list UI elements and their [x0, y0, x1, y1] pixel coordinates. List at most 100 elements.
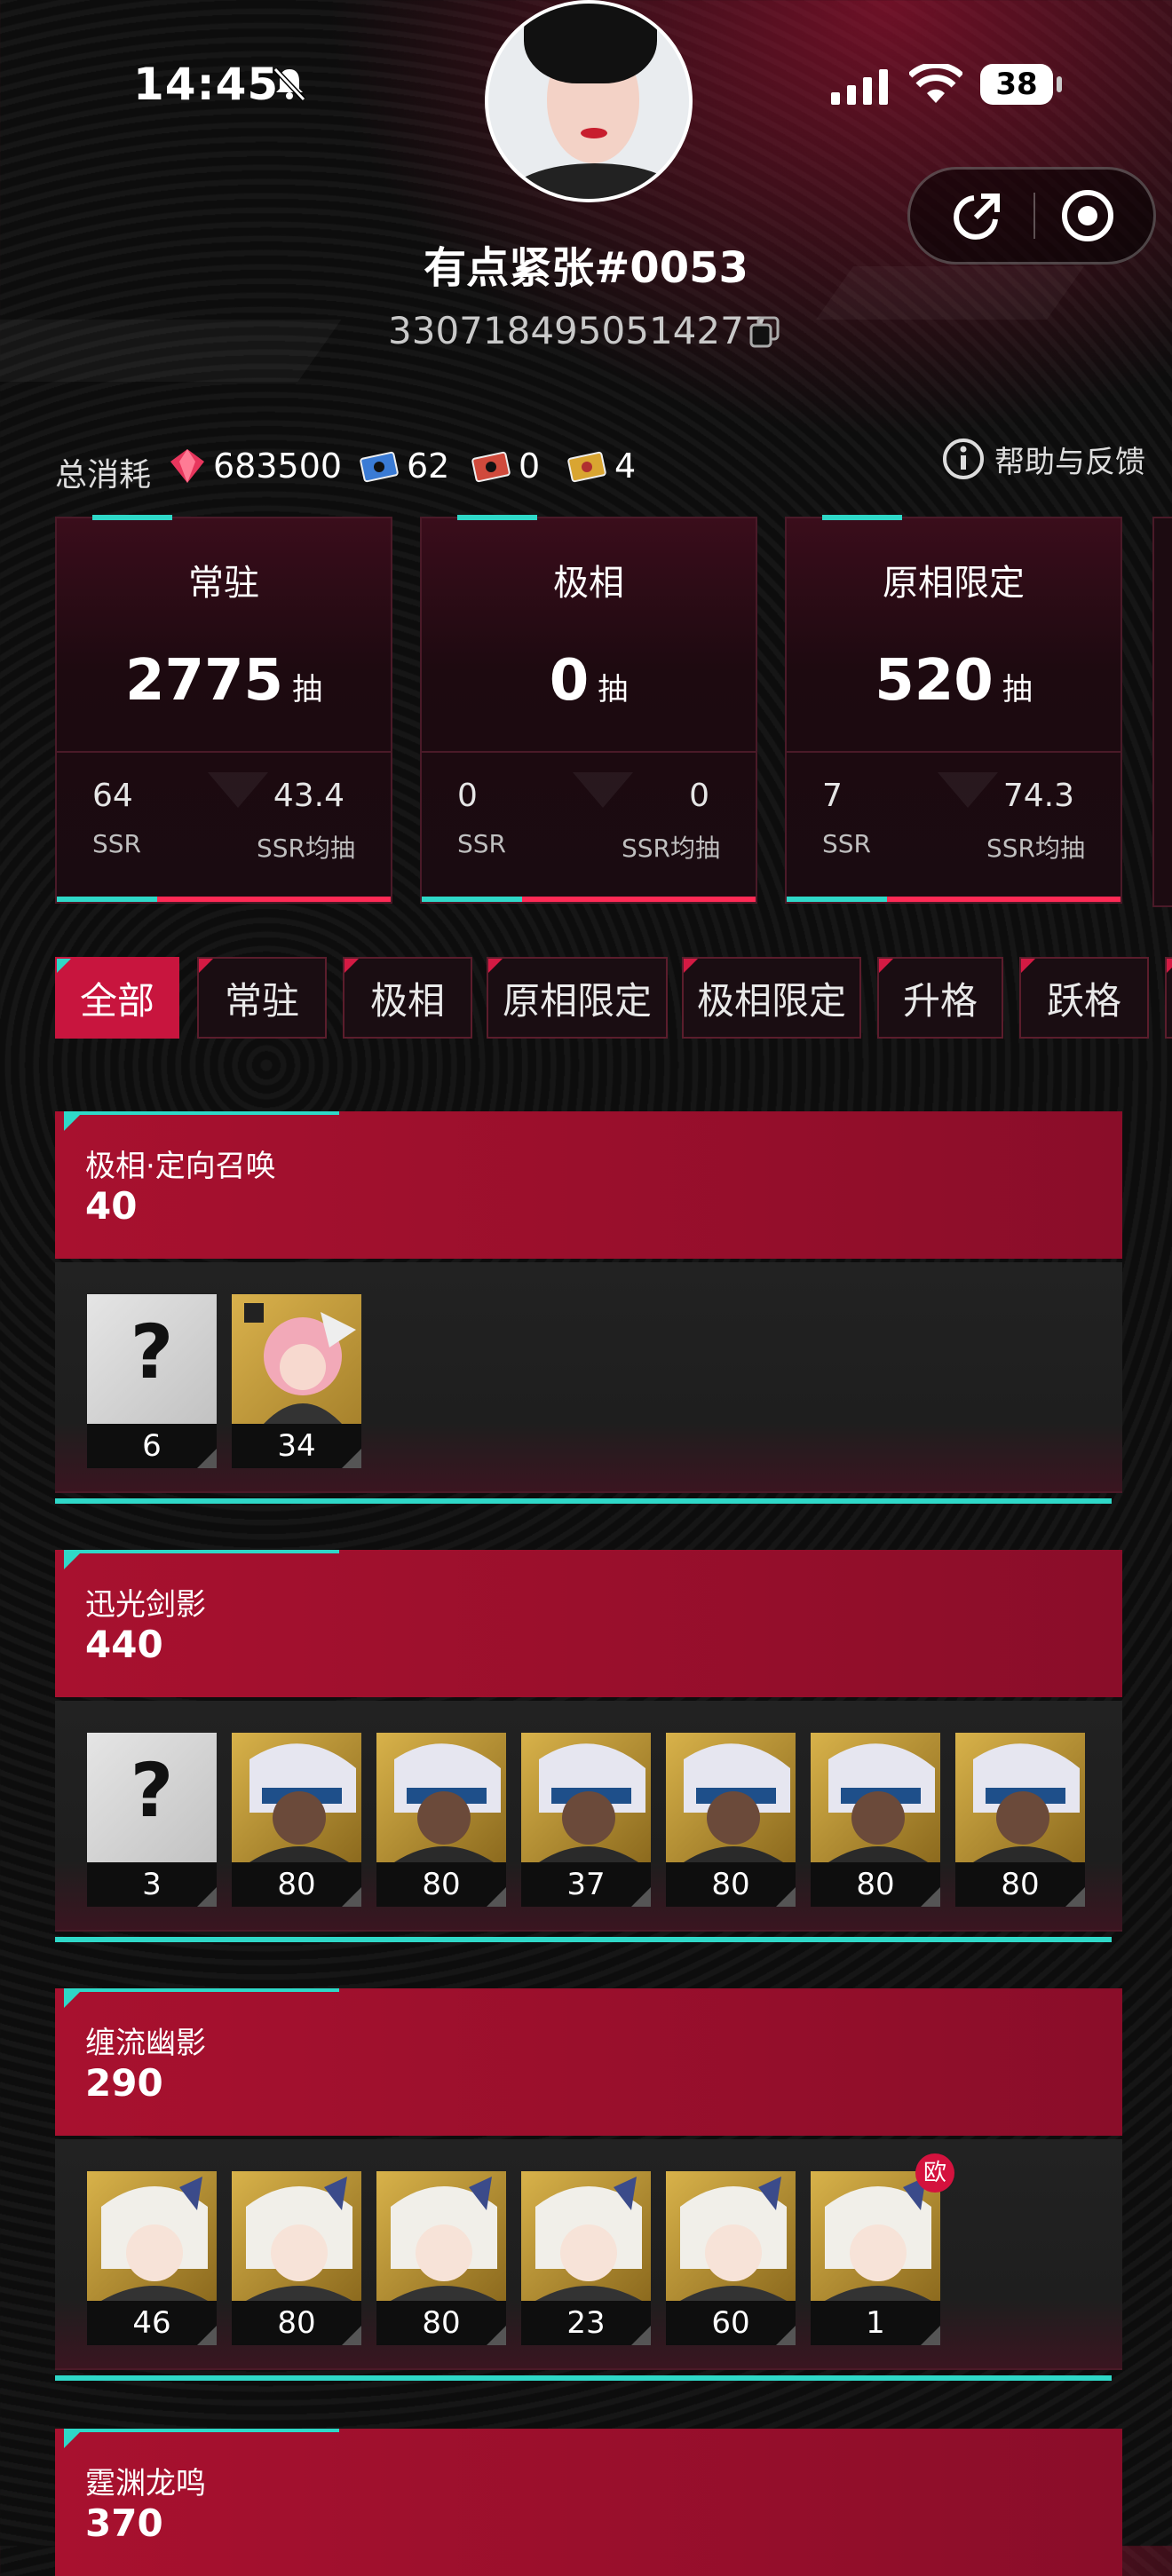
group-name: 霆渊龙鸣 [85, 2466, 206, 2501]
group-body: ? 6 34 [55, 1262, 1122, 1493]
character-portrait [232, 1733, 361, 1862]
character-card[interactable]: 34 [232, 1294, 361, 1468]
character-portrait [666, 1733, 796, 1862]
character-card[interactable]: 80 [232, 1733, 361, 1907]
tab-standard[interactable]: 常驻 [197, 957, 327, 1039]
group-header: 霆渊龙鸣 370 [55, 2429, 1122, 2576]
total-consumption-label: 总消耗 [55, 457, 152, 494]
group-name: 极相·定向召唤 [85, 1149, 276, 1184]
pool-count: 0抽 [549, 648, 629, 714]
ticket-gold-icon [567, 451, 606, 483]
tab-more-peek[interactable] [1165, 957, 1172, 1039]
group-total: 370 [85, 2501, 163, 2545]
copy-icon[interactable] [749, 316, 780, 348]
stat-value: 62 [407, 446, 450, 486]
unknown-character-portrait: ? [87, 1733, 217, 1862]
group-name: 迅光剑影 [85, 1587, 206, 1623]
pool-ssr-avg-label: SSR均抽 [986, 834, 1085, 863]
info-icon [943, 439, 984, 479]
pool-ssr-count: 0 [457, 778, 478, 814]
pool-ssr-avg-label: SSR均抽 [621, 834, 720, 863]
group-name: 缠流幽影 [85, 2026, 206, 2061]
pool-ssr-count: 7 [822, 778, 843, 814]
pool-ssr-count: 64 [92, 778, 133, 814]
character-portrait [232, 1294, 361, 1424]
pull-group[interactable]: 缠流幽影 290 46 80 80 23 60 欧 1 [55, 1988, 1122, 2388]
user-id: 3307184950514277 [388, 309, 768, 352]
pull-count: 60 [666, 2301, 796, 2345]
character-portrait [521, 2171, 651, 2301]
character-portrait [666, 2171, 796, 2301]
group-total: 290 [85, 2061, 163, 2105]
pool-card-extreme[interactable]: 极相 0抽 0 SSR 0 SSR均抽 [420, 515, 757, 904]
pool-count: 520 抽 [875, 648, 1033, 714]
character-card[interactable]: 37 [521, 1733, 651, 1907]
character-card[interactable]: 80 [955, 1733, 1085, 1907]
tab-ascension[interactable]: 升格 [877, 957, 1003, 1039]
stat-gems: 683500 [169, 444, 342, 488]
ticket-blue-icon [360, 451, 399, 483]
group-header: 极相·定向召唤 40 [55, 1111, 1122, 1259]
pull-count: 3 [87, 1862, 217, 1907]
stat-ticket-gold: 4 [566, 444, 636, 488]
tab-leap[interactable]: 跃格 [1019, 957, 1149, 1039]
pool-card-next-peek[interactable] [1152, 517, 1172, 907]
pool-title: 常驻 [188, 563, 259, 604]
pull-count: 80 [376, 2301, 506, 2345]
pool-title: 原相限定 [883, 563, 1025, 604]
character-card[interactable]: 80 [376, 1733, 506, 1907]
character-portrait [376, 1733, 506, 1862]
pool-title: 极相 [553, 563, 624, 604]
character-card[interactable]: ? 6 [87, 1294, 217, 1468]
help-feedback-link[interactable]: 帮助与反馈 [941, 437, 1145, 481]
tab-original-limited[interactable]: 原相限定 [487, 957, 668, 1039]
character-card[interactable]: 46 [87, 2171, 217, 2345]
status-time: 14:45 [133, 59, 280, 110]
character-portrait [521, 1733, 651, 1862]
pool-ssr-avg: 0 [689, 778, 709, 814]
character-card[interactable]: 80 [232, 2171, 361, 2345]
pull-count: 37 [521, 1862, 651, 1907]
character-card[interactable]: ? 3 [87, 1733, 217, 1907]
pool-ssr-avg: 74.3 [1002, 778, 1074, 814]
signal-icon [831, 69, 888, 105]
pool-ssr-avg-label: SSR均抽 [256, 834, 355, 863]
avatar[interactable] [485, 0, 693, 202]
pull-group[interactable]: 极相·定向召唤 40 ? 6 34 [55, 1111, 1122, 1511]
character-card[interactable]: 80 [811, 1733, 940, 1907]
tab-extreme-limited[interactable]: 极相限定 [682, 957, 861, 1039]
group-header: 迅光剑影 440 [55, 1550, 1122, 1697]
group-body: ? 3 80 80 37 80 80 80 [55, 1701, 1122, 1932]
pull-count: 80 [955, 1862, 1085, 1907]
group-header: 缠流幽影 290 [55, 1988, 1122, 2136]
character-card[interactable]: 60 [666, 2171, 796, 2345]
character-portrait [811, 1733, 940, 1862]
group-body: 46 80 80 23 60 欧 1 [55, 2139, 1122, 2370]
character-card[interactable]: 23 [521, 2171, 651, 2345]
character-portrait [87, 2171, 217, 2301]
bell-muted-icon [273, 67, 306, 101]
pool-ssr-label: SSR [822, 829, 872, 858]
pull-group[interactable]: 迅光剑影 440 ? 3 80 80 37 80 80 80 [55, 1550, 1122, 1949]
character-portrait [955, 1733, 1085, 1862]
pull-count: 80 [376, 1862, 506, 1907]
character-card[interactable]: 80 [376, 2171, 506, 2345]
pool-card-limited[interactable]: 原相限定 520 抽 7 SSR 74.3 SSR均抽 [785, 515, 1122, 904]
group-total: 440 [85, 1623, 163, 1666]
pool-count: 2775 抽 [124, 648, 323, 714]
pool-ssr-avg: 43.4 [273, 778, 344, 814]
character-card[interactable]: 80 [666, 1733, 796, 1907]
pull-group[interactable]: 霆渊龙鸣 370 [55, 2429, 1122, 2576]
character-portrait [376, 2171, 506, 2301]
username: 有点紧张#0053 [424, 243, 748, 293]
character-portrait [232, 2171, 361, 2301]
character-card[interactable]: 欧 1 [811, 2153, 954, 2345]
tab-extreme[interactable]: 极相 [343, 957, 472, 1039]
wifi-icon [909, 64, 962, 103]
pull-count: 23 [521, 2301, 651, 2345]
lucky-badge: 欧 [915, 2153, 954, 2193]
help-feedback-label: 帮助与反馈 [994, 444, 1145, 480]
pool-card-standard[interactable]: 常驻 2775 抽 64 SSR 43.4 SSR均抽 [55, 515, 392, 904]
tab-all[interactable]: 全部 [55, 957, 179, 1039]
pool-ssr-label: SSR [457, 829, 507, 858]
